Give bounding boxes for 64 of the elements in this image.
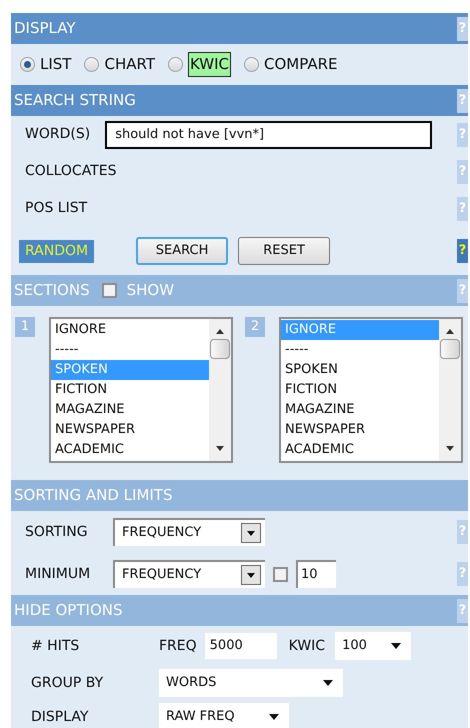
radio-label[interactable]: CHART	[104, 53, 155, 76]
scrollbar-thumb[interactable]	[440, 339, 460, 359]
list-option[interactable]: NEWSPAPER	[51, 420, 209, 440]
section-title: SEARCH STRING	[14, 90, 136, 112]
list-option[interactable]: ACADEMIC	[51, 440, 209, 460]
dropdown[interactable]: WORDS	[159, 669, 343, 697]
dropdown[interactable]: FREQUENCY	[113, 560, 265, 588]
dropdown[interactable]: 100	[335, 632, 412, 660]
words-field[interactable]: should not have [vvn*]	[105, 120, 432, 148]
dropdown[interactable]: FREQUENCY	[113, 518, 265, 546]
scroll-down-icon[interactable]	[446, 446, 454, 451]
section-list[interactable]: IGNORE ----- SPOKEN FICTION MAGAZINE NEWSPAPER ACADEMIC	[49, 317, 233, 463]
list-option[interactable]: MAGAZINE	[51, 400, 209, 420]
checkbox[interactable]	[273, 566, 288, 582]
list-option[interactable]: ACADEMIC	[281, 440, 439, 460]
radio-label[interactable]: KWIC	[188, 52, 232, 77]
field-label: SORTING	[25, 522, 89, 542]
list-option[interactable]: FICTION	[51, 380, 209, 400]
scrollbar-thumb[interactable]	[210, 339, 230, 359]
radio-button[interactable]	[244, 57, 260, 72]
field-label: WORD(S)	[25, 125, 90, 144]
section-title: SORTING AND LIMITS	[14, 485, 172, 506]
section-title: HIDE OPTIONS	[14, 600, 122, 622]
list-option[interactable]: SPOKEN	[281, 360, 439, 380]
list-option[interactable]: -----	[281, 340, 439, 360]
section-list[interactable]: IGNORE ----- SPOKEN FICTION MAGAZINE NEWSPAPER ACADEMIC	[279, 317, 463, 463]
list-option[interactable]: IGNORE	[51, 320, 209, 340]
radio-button[interactable]	[168, 57, 183, 72]
field-label: GROUP BY	[31, 674, 104, 692]
radio-button[interactable]	[20, 57, 35, 72]
list-number: 1	[15, 317, 35, 337]
dropdown-arrow-icon	[269, 714, 279, 720]
dropdown-arrow-icon	[391, 643, 402, 649]
radio-label[interactable]: COMPARE	[264, 53, 338, 76]
field-label: # HITS	[31, 636, 80, 656]
list-option[interactable]: MAGAZINE	[281, 400, 439, 420]
radio-label[interactable]: LIST	[40, 53, 72, 76]
dropdown-arrow-icon	[323, 680, 333, 686]
dropdown[interactable]: RAW FREQ	[159, 703, 289, 728]
field-label: POS LIST	[25, 199, 88, 218]
help-button[interactable]: ?	[457, 239, 468, 263]
form-button[interactable]: RESET	[238, 237, 330, 265]
section-title: DISPLAY	[14, 18, 76, 40]
show-label: SHOW	[126, 280, 174, 302]
list-number: 2	[245, 317, 265, 337]
list-option[interactable]: NEWSPAPER	[281, 420, 439, 440]
minimum-field[interactable]: 10	[296, 560, 336, 588]
section-title: SECTIONS	[14, 280, 90, 302]
field-label: KWIC	[288, 636, 326, 656]
scroll-up-icon[interactable]	[216, 329, 224, 334]
scroll-up-icon[interactable]	[446, 329, 454, 334]
field-label: COLLOCATES	[25, 162, 116, 181]
form-button[interactable]: SEARCH	[136, 237, 228, 265]
scroll-down-icon[interactable]	[216, 446, 224, 451]
field-label: MINIMUM	[25, 564, 92, 584]
list-option[interactable]: FICTION	[281, 380, 439, 400]
field-label: FREQ	[159, 636, 197, 656]
field-label: DISPLAY	[31, 708, 90, 726]
list-option[interactable]: -----	[51, 340, 209, 360]
checkbox[interactable]	[102, 283, 117, 298]
scrollbar[interactable]	[439, 319, 461, 461]
freq-field[interactable]: 5000	[204, 633, 277, 659]
scrollbar[interactable]	[209, 319, 231, 461]
radio-button[interactable]	[84, 57, 100, 72]
